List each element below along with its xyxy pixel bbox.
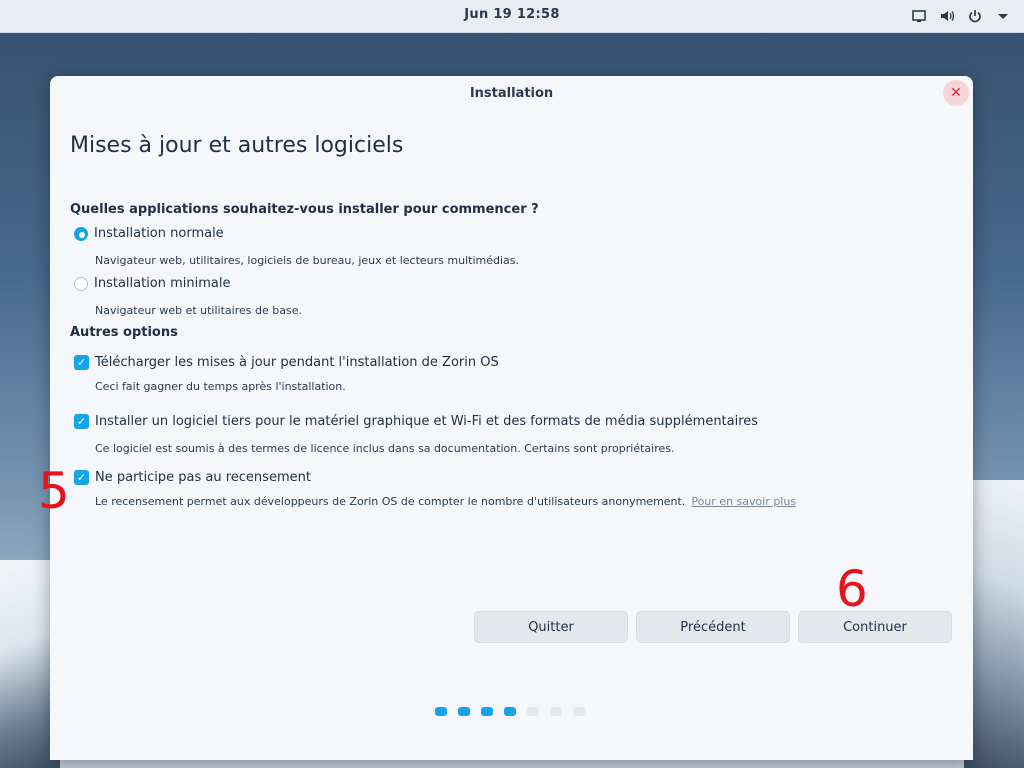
- checkbox-label: Installer un logiciel tiers pour le maté…: [95, 414, 759, 429]
- checkbox-download-updates[interactable]: ✓ Télécharger les mises à jour pendant l…: [74, 355, 499, 370]
- checkbox-label: Ne participe pas au recensement: [95, 470, 311, 485]
- radio-label: Installation minimale: [94, 276, 231, 291]
- learn-more-link[interactable]: Pour en savoir plus: [691, 495, 796, 508]
- radio-button[interactable]: [74, 276, 88, 291]
- clock[interactable]: Jun 19 12:58: [0, 7, 1024, 22]
- radio-label: Installation normale: [94, 226, 224, 241]
- display-icon[interactable]: [910, 7, 928, 25]
- top-panel: Jun 19 12:58: [0, 0, 1024, 33]
- back-button[interactable]: Précédent: [636, 611, 790, 643]
- progress-dot-complete: [458, 707, 470, 716]
- option-description: Le recensement permet aux développeurs d…: [95, 495, 796, 508]
- checkbox-label: Télécharger les mises à jour pendant l'i…: [95, 355, 499, 370]
- close-icon: ✕: [950, 85, 962, 101]
- checkbox-third-party-software[interactable]: ✓ Installer un logiciel tiers pour le ma…: [74, 414, 758, 429]
- census-description: Le recensement permet aux développeurs d…: [95, 495, 686, 508]
- other-options-heading: Autres options: [70, 325, 178, 340]
- annotation-six: 6: [836, 560, 868, 618]
- installer-window: Installation ✕ Mises à jour et autres lo…: [38, 76, 973, 760]
- window-title: Installation: [469, 86, 554, 101]
- checkbox-checked-icon[interactable]: ✓: [74, 355, 89, 370]
- continue-button[interactable]: Continuer: [798, 611, 952, 643]
- chevron-down-icon[interactable]: [994, 7, 1012, 25]
- volume-icon[interactable]: [938, 7, 956, 25]
- radio-button-checked[interactable]: [74, 226, 88, 241]
- page-title: Mises à jour et autres logiciels: [70, 133, 404, 158]
- option-description: Ce logiciel est soumis à des termes de l…: [95, 442, 675, 455]
- radio-minimal-install[interactable]: Installation minimale: [74, 276, 231, 291]
- checkbox-census-optout[interactable]: ✓ Ne participe pas au recensement: [74, 470, 311, 485]
- step-progress: [435, 707, 585, 716]
- option-description: Ceci fait gagner du temps après l'instal…: [95, 380, 346, 393]
- power-icon[interactable]: [966, 7, 984, 25]
- progress-dot-pending: [527, 707, 539, 716]
- system-tray: [910, 7, 1012, 25]
- option-description: Navigateur web, utilitaires, logiciels d…: [95, 254, 519, 267]
- progress-dot-pending: [550, 707, 562, 716]
- progress-dot-complete: [435, 707, 447, 716]
- option-description: Navigateur web et utilitaires de base.: [95, 304, 302, 317]
- radio-normal-install[interactable]: Installation normale: [74, 226, 224, 241]
- wallpaper-mountain-right: [964, 480, 1024, 768]
- annotation-five: 5: [38, 462, 70, 520]
- progress-dot-complete: [481, 707, 493, 716]
- checkbox-checked-icon[interactable]: ✓: [74, 470, 89, 485]
- progress-dot-pending: [573, 707, 585, 716]
- progress-dot-complete: [504, 707, 516, 716]
- checkbox-checked-icon[interactable]: ✓: [74, 414, 89, 429]
- quit-button[interactable]: Quitter: [474, 611, 628, 643]
- install-question-heading: Quelles applications souhaitez-vous inst…: [70, 202, 539, 217]
- close-button[interactable]: ✕: [943, 80, 969, 106]
